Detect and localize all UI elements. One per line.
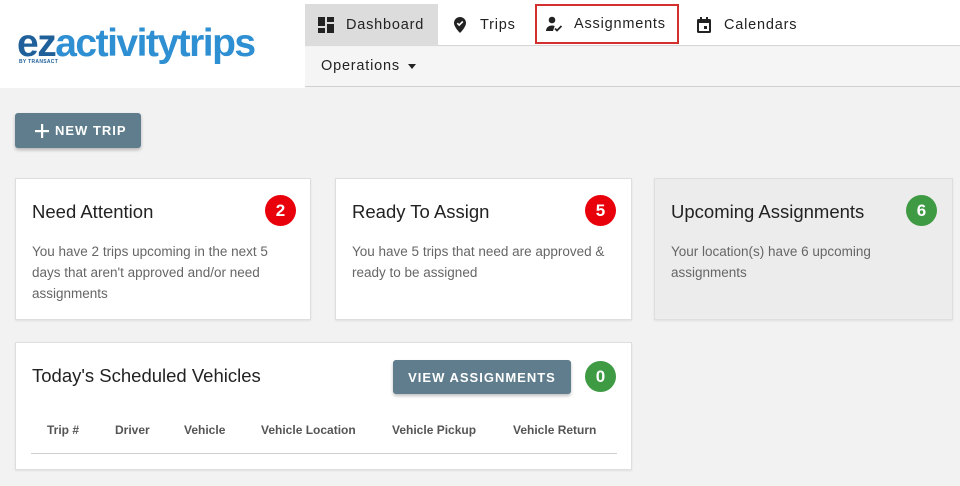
table-divider	[31, 453, 617, 454]
card-text-line: assignments	[32, 286, 108, 301]
app-header: ezactivitytrips BY TRANSACT Dashboard Tr…	[0, 0, 960, 88]
scheduled-vehicles-card: Today's Scheduled Vehicles VIEW ASSIGNME…	[15, 342, 632, 470]
column-header-driver[interactable]: Driver	[115, 423, 150, 437]
card-title: Need Attention	[32, 201, 154, 222]
logo-activitytrips: activitytrips	[55, 22, 256, 65]
operations-menu[interactable]: Operations	[321, 58, 418, 74]
nav-trips-label: Trips	[480, 17, 516, 33]
upcoming-assignments-card[interactable]: Upcoming Assignments 6 Your location(s) …	[654, 178, 953, 320]
card-description: You have 2 trips upcoming in the next 5 …	[32, 241, 268, 304]
nav-dashboard-label: Dashboard	[346, 17, 425, 33]
column-header-trip[interactable]: Trip #	[47, 423, 79, 437]
nav-calendars-label: Calendars	[724, 17, 798, 33]
new-trip-button[interactable]: NEW TRIP	[15, 113, 141, 148]
nav-assignments[interactable]: Assignments	[535, 4, 679, 44]
operations-label: Operations	[321, 58, 400, 74]
calendar-icon	[697, 17, 711, 33]
column-header-vehicle-pickup[interactable]: Vehicle Pickup	[392, 423, 476, 437]
card-description: Your location(s) have 6 upcoming assignm…	[671, 241, 871, 283]
dashboard-icon	[318, 17, 334, 33]
view-assignments-button[interactable]: VIEW ASSIGNMENTS	[393, 360, 571, 394]
card-title: Ready To Assign	[352, 201, 490, 222]
nav-calendars[interactable]: Calendars	[695, 4, 797, 46]
nav-trips[interactable]: Trips	[451, 4, 516, 46]
count-badge: 0	[585, 361, 616, 392]
card-text-line: days that aren't approved and/or need	[32, 265, 260, 280]
main-nav: Dashboard Trips Assignments Calendars	[305, 0, 960, 46]
card-text-line: Your location(s) have 6 upcoming	[671, 244, 871, 259]
caret-down-icon	[407, 64, 416, 69]
nav-assignments-label: Assignments	[574, 16, 666, 32]
card-description: You have 5 trips that need are approved …	[352, 241, 604, 283]
card-text-line: You have 2 trips upcoming in the next 5	[32, 244, 268, 259]
card-title: Upcoming Assignments	[671, 201, 865, 222]
plus-icon	[35, 123, 49, 138]
need-attention-card[interactable]: Need Attention 2 You have 2 trips upcomi…	[15, 178, 311, 320]
ready-to-assign-card[interactable]: Ready To Assign 5 You have 5 trips that …	[335, 178, 632, 320]
new-trip-label: NEW TRIP	[55, 123, 127, 138]
column-header-vehicle-location[interactable]: Vehicle Location	[261, 423, 356, 437]
count-badge: 2	[265, 195, 296, 226]
card-text-line: ready to be assigned	[352, 265, 478, 280]
logo-subtitle: BY TRANSACT	[19, 59, 59, 65]
sub-nav: Operations	[305, 47, 960, 87]
logo-area: ezactivitytrips BY TRANSACT	[0, 0, 305, 88]
nav-dashboard[interactable]: Dashboard	[305, 4, 438, 46]
count-badge: 6	[906, 195, 937, 226]
logo[interactable]: ezactivitytrips	[17, 22, 256, 65]
column-header-vehicle[interactable]: Vehicle	[184, 423, 225, 437]
count-badge: 5	[585, 195, 616, 226]
person-check-icon	[546, 16, 563, 32]
location-pin-icon	[454, 17, 466, 33]
card-title: Today's Scheduled Vehicles	[32, 365, 261, 386]
column-header-vehicle-return[interactable]: Vehicle Return	[513, 423, 596, 437]
card-text-line: You have 5 trips that need are approved …	[352, 244, 605, 259]
card-text-line: assignments	[671, 265, 747, 280]
